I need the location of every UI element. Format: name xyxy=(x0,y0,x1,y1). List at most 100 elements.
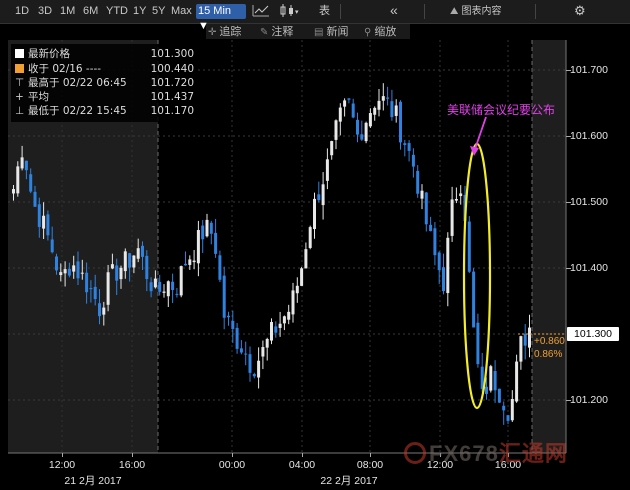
candle-down xyxy=(476,322,480,365)
candle-down xyxy=(411,154,415,167)
candle-down xyxy=(437,252,441,271)
candle-down xyxy=(231,320,235,329)
candle-down xyxy=(76,261,80,279)
candle-up xyxy=(287,311,291,320)
x-tick-label: 00:00 xyxy=(218,459,246,471)
candle-down xyxy=(244,353,248,355)
candle-down xyxy=(239,348,243,353)
candle-down xyxy=(29,174,33,192)
legend-label: 收于 02/16 ---- xyxy=(28,63,102,75)
candle-up xyxy=(162,291,166,293)
event-highlight-ellipse xyxy=(462,142,492,410)
candle-down xyxy=(128,253,132,268)
candle-up xyxy=(12,189,15,194)
candle-up xyxy=(102,307,106,315)
legend-label: 最低于 02/22 15:45 xyxy=(28,105,127,117)
candle-up xyxy=(454,198,458,201)
candle-up xyxy=(166,281,170,297)
candle-down xyxy=(252,374,256,377)
candle-up xyxy=(343,100,347,107)
watermark-logo-icon xyxy=(404,442,426,464)
candle-up xyxy=(330,141,334,156)
candle-down xyxy=(209,222,213,234)
candle-down xyxy=(37,204,41,227)
x-date-label: 22 2月 2017 xyxy=(320,475,378,487)
candle-up xyxy=(59,272,63,276)
watermark: FX678汇通网 xyxy=(404,436,568,468)
candle-up xyxy=(205,219,209,237)
candle-down xyxy=(158,281,162,292)
candle-down xyxy=(424,192,428,225)
candle-up xyxy=(519,336,523,362)
candle-up xyxy=(270,321,273,341)
candle-up xyxy=(300,268,304,286)
candle-up xyxy=(338,107,342,122)
candle-down xyxy=(485,386,488,394)
candle-down xyxy=(184,263,187,266)
candle-down xyxy=(33,191,37,207)
candle-up xyxy=(325,159,329,181)
candle-up xyxy=(295,285,299,294)
candle-down xyxy=(493,371,497,391)
candle-up xyxy=(420,190,424,199)
candle-up xyxy=(334,120,338,140)
candle-down xyxy=(356,119,359,135)
candle-down xyxy=(218,255,222,280)
candle-down xyxy=(407,143,411,151)
candle-up xyxy=(278,323,282,328)
candle-up xyxy=(20,157,24,169)
candle-up xyxy=(373,107,377,115)
candle-up xyxy=(321,184,325,206)
x-tick-label: 12:00 xyxy=(48,459,76,471)
candle-down xyxy=(98,303,101,317)
candle-down xyxy=(502,405,506,411)
candle-up xyxy=(80,272,84,274)
y-tick-label: 101.700 xyxy=(570,64,608,76)
legend-latest: 最新价格 xyxy=(15,48,70,60)
price-legend: 最新价格 101.300 收于 02/16 ---- 100.440 ⊤ 最高于 … xyxy=(11,44,198,122)
watermark-text: FX678 xyxy=(429,441,499,466)
candle-down xyxy=(347,98,351,100)
candle-down xyxy=(149,282,153,292)
candle-up xyxy=(515,361,519,402)
candle-down xyxy=(201,225,205,240)
legend-value: 101.437 xyxy=(150,91,194,103)
candle-down xyxy=(67,268,71,276)
candle-down xyxy=(235,327,239,349)
candle-down xyxy=(115,265,119,281)
candle-up xyxy=(265,339,269,348)
candle-down xyxy=(171,281,175,290)
candle-down xyxy=(274,326,278,333)
change-value: +0.860 xyxy=(534,336,565,347)
candle-down xyxy=(222,275,226,318)
candle-down xyxy=(141,245,144,257)
candle-up xyxy=(510,399,514,421)
candle-down xyxy=(472,271,476,328)
candle-up xyxy=(381,96,385,101)
x-tick-label: 16:00 xyxy=(118,459,146,471)
candle-down xyxy=(386,97,390,99)
candle-down xyxy=(442,267,445,292)
y-tick-label: 101.200 xyxy=(570,394,608,406)
candle-up xyxy=(450,199,454,236)
legend-label: 平均 xyxy=(28,91,49,103)
legend-swatch-orange xyxy=(15,64,24,73)
candle-down xyxy=(433,228,437,256)
x-tick xyxy=(302,453,303,457)
candle-down xyxy=(403,143,407,145)
candle-down xyxy=(85,272,89,293)
legend-prev-close: 收于 02/16 ---- xyxy=(15,63,101,75)
legend-value: 100.440 xyxy=(150,63,194,75)
candle-up xyxy=(106,272,110,305)
legend-value: 101.720 xyxy=(150,77,194,89)
candle-down xyxy=(93,286,97,300)
candle-up xyxy=(377,100,381,110)
candle-up xyxy=(196,230,200,264)
candle-down xyxy=(145,255,149,280)
candle-down xyxy=(214,232,218,254)
candle-down xyxy=(89,288,93,290)
candle-down xyxy=(399,101,402,143)
legend-value: 101.300 xyxy=(150,48,194,60)
candle-up xyxy=(110,264,114,269)
candle-up xyxy=(368,113,372,127)
